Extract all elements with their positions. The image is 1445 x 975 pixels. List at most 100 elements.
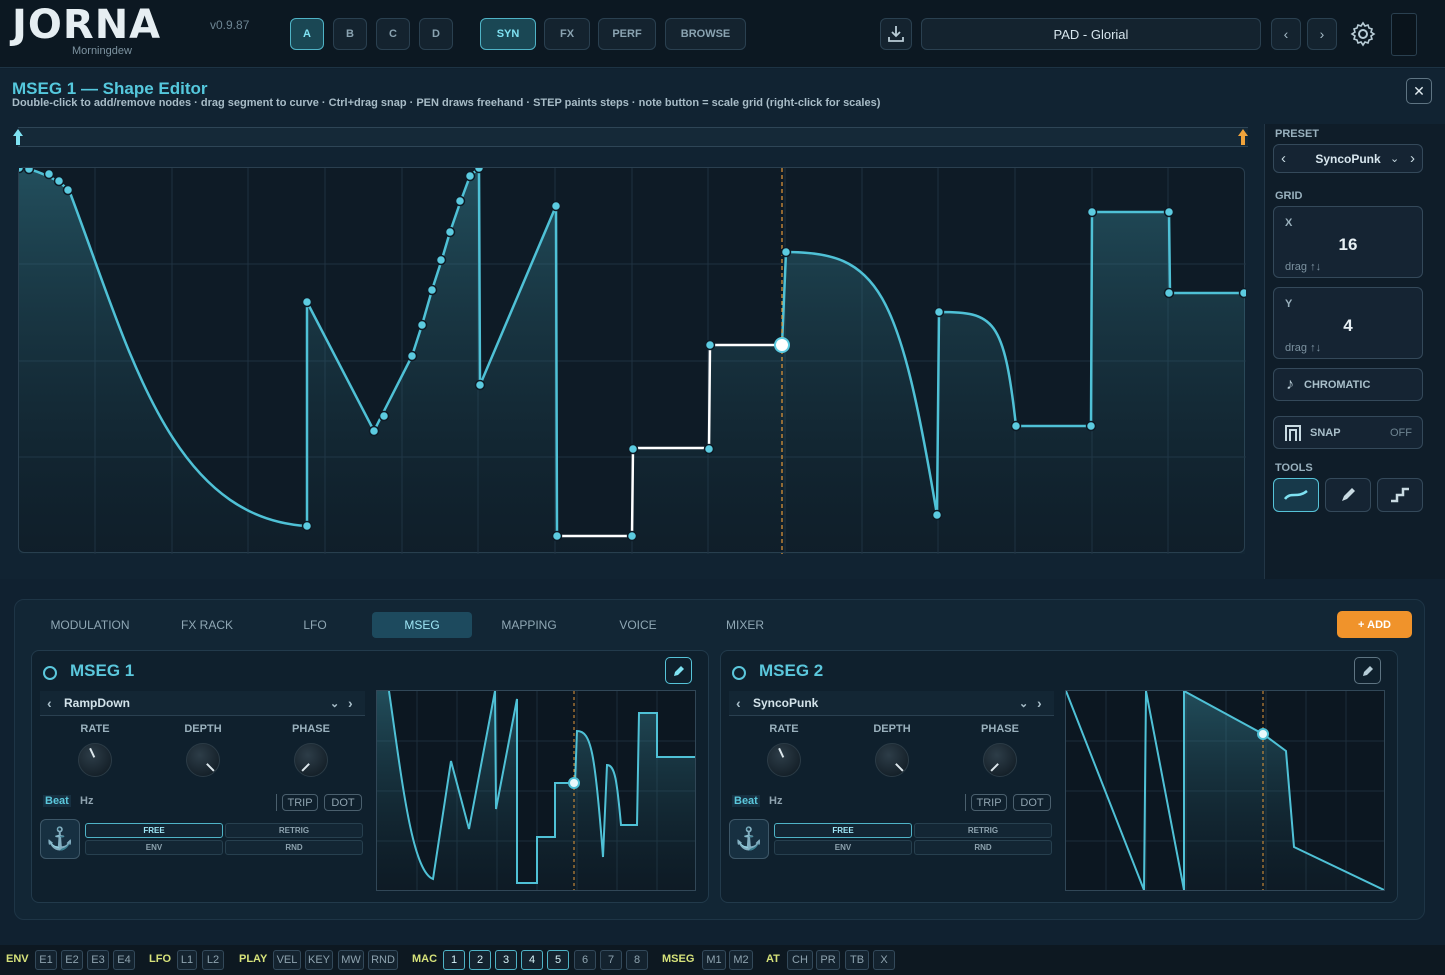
phase-knob[interactable] [294, 743, 328, 777]
slot-c-button[interactable]: C [376, 18, 410, 50]
loop-start-marker[interactable] [12, 128, 24, 146]
tab-mseg[interactable]: MSEG [372, 612, 472, 638]
triplet-toggle[interactable]: TRIP [282, 794, 318, 811]
view-fx-button[interactable]: FX [544, 18, 590, 50]
curve-tool-button[interactable] [1273, 478, 1319, 512]
view-perf-button[interactable]: PERF [598, 18, 656, 50]
shape-select[interactable]: ‹ RampDown ⌄ › [40, 691, 365, 716]
chevron-left-icon[interactable]: ‹ [47, 695, 52, 711]
trigger-retrig[interactable]: RETRIG [914, 823, 1052, 838]
source-e1[interactable]: E1 [35, 950, 57, 970]
save-preset-button[interactable] [880, 18, 912, 50]
anchor-button[interactable]: ⚓ [40, 819, 80, 859]
source-e4[interactable]: E4 [113, 950, 135, 970]
macro-3[interactable]: 3 [495, 950, 517, 970]
macro-4[interactable]: 4 [521, 950, 543, 970]
source-l2[interactable]: L2 [202, 950, 224, 970]
source-m2[interactable]: M2 [729, 950, 753, 970]
mseg-curve-canvas[interactable] [13, 162, 1250, 554]
trigger-free[interactable]: FREE [774, 823, 912, 838]
source-l1[interactable]: L1 [177, 950, 197, 970]
shape-preset-select[interactable]: ‹ SyncoPunk ⌄ › [1273, 144, 1423, 173]
step-tool-button[interactable] [1377, 478, 1423, 512]
loop-end-marker[interactable] [1237, 128, 1249, 146]
trigger-env[interactable]: ENV [85, 840, 223, 855]
selected-node[interactable] [774, 337, 790, 353]
rate-knob[interactable] [78, 743, 112, 777]
slot-a-button[interactable]: A [290, 18, 324, 50]
settings-button[interactable] [1345, 16, 1381, 52]
trigger-retrig[interactable]: RETRIG [225, 823, 363, 838]
rate-knob[interactable] [767, 743, 801, 777]
preset-name-display[interactable]: PAD - Glorial [921, 18, 1261, 50]
source-m1[interactable]: M1 [702, 950, 726, 970]
close-editor-button[interactable]: ✕ [1406, 78, 1432, 104]
macro-5[interactable]: 5 [547, 950, 569, 970]
source-x[interactable]: X [873, 950, 895, 970]
pen-tool-button[interactable] [1325, 478, 1371, 512]
chevron-left-icon[interactable]: ‹ [1281, 150, 1286, 167]
beat-mode-toggle[interactable]: Beat [43, 795, 71, 807]
chromatic-button[interactable]: ♪ CHROMATIC [1273, 368, 1423, 401]
chevron-down-icon[interactable]: ⌄ [330, 697, 339, 710]
mseg-preview[interactable] [1065, 689, 1385, 891]
tab-mixer[interactable]: MIXER [701, 612, 789, 638]
grid-y-field[interactable]: Y 4 drag ↑↓ [1273, 287, 1423, 359]
macro-8[interactable]: 8 [626, 950, 648, 970]
chevron-right-icon[interactable]: › [1410, 150, 1415, 167]
loop-bar[interactable] [13, 127, 1249, 147]
prev-preset-button[interactable]: ‹ [1271, 18, 1301, 50]
source-e3[interactable]: E3 [87, 950, 109, 970]
trigger-env[interactable]: ENV [774, 840, 912, 855]
dotted-toggle[interactable]: DOT [324, 794, 362, 811]
edit-shape-button[interactable] [665, 657, 692, 684]
source-e2[interactable]: E2 [61, 950, 83, 970]
source-pr[interactable]: PR [816, 950, 840, 970]
tab-fx-rack[interactable]: FX RACK [155, 612, 259, 638]
source-tb[interactable]: TB [845, 950, 869, 970]
triplet-toggle[interactable]: TRIP [971, 794, 1007, 811]
power-toggle[interactable] [43, 666, 57, 680]
dotted-toggle[interactable]: DOT [1013, 794, 1051, 811]
source-vel[interactable]: VEL [273, 950, 301, 970]
hz-mode-toggle[interactable]: Hz [769, 795, 782, 807]
add-modulator-button[interactable]: + ADD [1337, 611, 1412, 638]
source-ch[interactable]: CH [787, 950, 813, 970]
source-key[interactable]: KEY [305, 950, 333, 970]
beat-mode-toggle[interactable]: Beat [732, 795, 760, 807]
tab-lfo[interactable]: LFO [273, 612, 357, 638]
mseg-preview[interactable] [376, 690, 696, 891]
anchor-button[interactable]: ⚓ [729, 819, 769, 859]
hz-mode-toggle[interactable]: Hz [80, 795, 93, 807]
trigger-rnd[interactable]: RND [914, 840, 1052, 855]
tab-mapping[interactable]: MAPPING [485, 612, 573, 638]
view-browse-button[interactable]: BROWSE [665, 18, 746, 50]
snap-toggle[interactable]: SNAP OFF [1273, 416, 1423, 449]
macro-1[interactable]: 1 [443, 950, 465, 970]
source-rnd[interactable]: RND [368, 950, 398, 970]
trigger-rnd[interactable]: RND [225, 840, 363, 855]
shape-select[interactable]: ‹ SyncoPunk ⌄ › [729, 691, 1054, 716]
chevron-down-icon[interactable]: ⌄ [1390, 152, 1399, 165]
tab-voice[interactable]: VOICE [595, 612, 681, 638]
macro-2[interactable]: 2 [469, 950, 491, 970]
depth-knob[interactable] [186, 743, 220, 777]
depth-knob[interactable] [875, 743, 909, 777]
slot-b-button[interactable]: B [333, 18, 367, 50]
view-syn-button[interactable]: SYN [480, 18, 536, 50]
mseg-graph[interactable] [13, 162, 1250, 554]
phase-knob[interactable] [983, 743, 1017, 777]
chevron-left-icon[interactable]: ‹ [736, 695, 741, 711]
chevron-right-icon[interactable]: › [348, 695, 353, 711]
tab-modulation[interactable]: MODULATION [37, 612, 143, 638]
power-toggle[interactable] [732, 666, 746, 680]
macro-6[interactable]: 6 [574, 950, 596, 970]
trigger-free[interactable]: FREE [85, 823, 223, 838]
next-preset-button[interactable]: › [1307, 18, 1337, 50]
grid-x-field[interactable]: X 16 drag ↑↓ [1273, 206, 1423, 278]
chevron-down-icon[interactable]: ⌄ [1019, 697, 1028, 710]
source-mw[interactable]: MW [338, 950, 364, 970]
edit-shape-button[interactable] [1354, 657, 1381, 684]
macro-7[interactable]: 7 [600, 950, 622, 970]
slot-d-button[interactable]: D [419, 18, 453, 50]
